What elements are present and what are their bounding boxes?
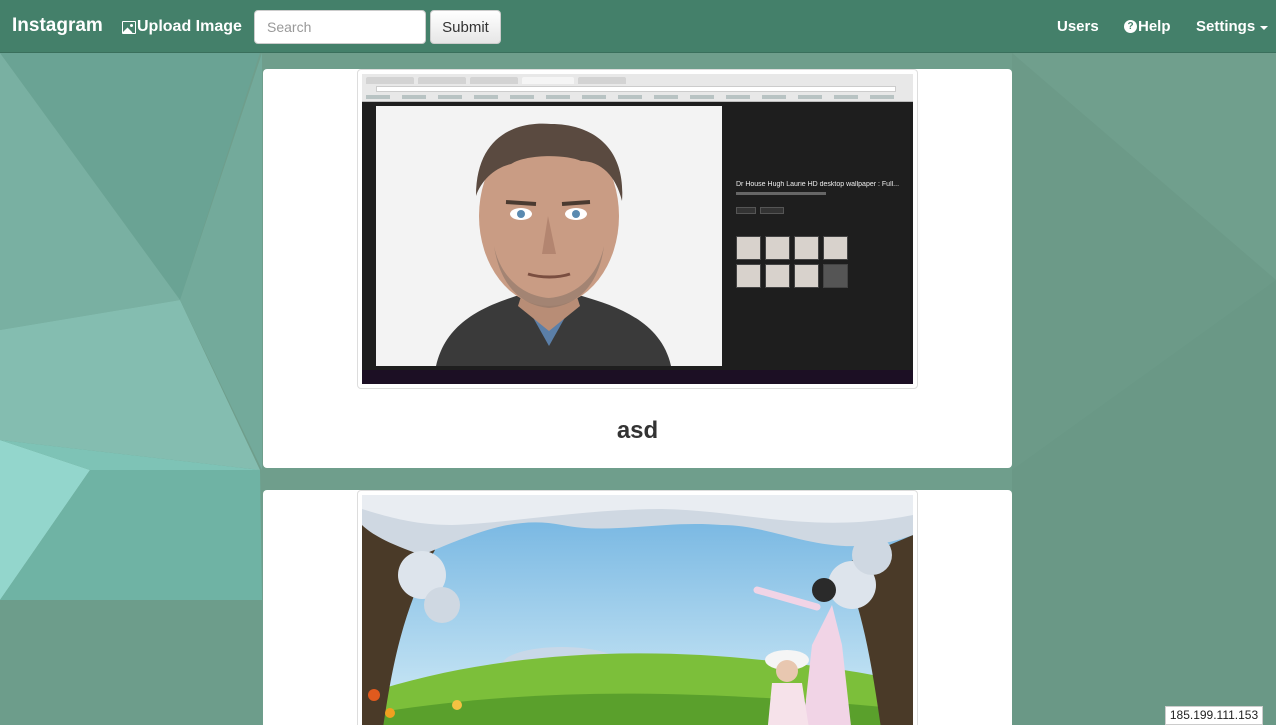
- post-image-thumbnail[interactable]: [357, 490, 918, 725]
- image-icon: [122, 20, 136, 34]
- portrait-image: [376, 106, 722, 366]
- browser-chrome-image: [362, 74, 913, 102]
- upload-image-link[interactable]: Upload Image: [122, 18, 242, 36]
- image-panel-title: Dr House Hugh Laurie HD desktop wallpape…: [736, 181, 900, 188]
- ip-address-badge: 185.199.111.153: [1165, 706, 1263, 725]
- help-label: Help: [1138, 18, 1171, 35]
- settings-label: Settings: [1196, 18, 1256, 35]
- caret-down-icon: [1260, 25, 1269, 30]
- post-image: Dr House Hugh Laurie HD desktop wallpape…: [362, 74, 913, 384]
- post-image-thumbnail[interactable]: Dr House Hugh Laurie HD desktop wallpape…: [357, 69, 918, 389]
- search-input[interactable]: [254, 10, 426, 44]
- post-image: [362, 495, 913, 725]
- settings-dropdown[interactable]: Settings: [1196, 18, 1269, 35]
- post-card: Dr House Hugh Laurie HD desktop wallpape…: [263, 69, 1012, 468]
- post-caption: asd: [616, 417, 659, 444]
- taskbar-image: [362, 370, 913, 384]
- post-card: [263, 490, 1012, 725]
- submit-button[interactable]: Submit: [430, 10, 501, 44]
- upload-image-label: Upload Image: [137, 18, 242, 35]
- brand-logo[interactable]: Instagram: [12, 15, 103, 37]
- help-link[interactable]: ? Help: [1124, 18, 1171, 35]
- question-circle-icon: ?: [1124, 20, 1137, 33]
- users-link[interactable]: Users: [1057, 18, 1099, 35]
- top-navbar: Instagram Upload Image Submit Users ? He…: [0, 0, 1276, 53]
